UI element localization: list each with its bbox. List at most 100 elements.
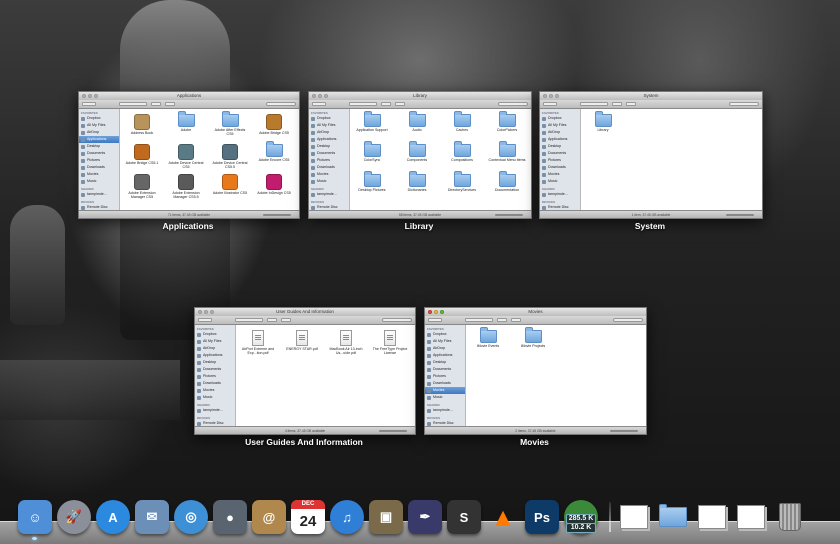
sidebar-item[interactable]: Documents (309, 150, 349, 157)
action-button[interactable] (395, 102, 405, 106)
sidebar-item[interactable]: All My Files (79, 122, 119, 129)
sidebar-item[interactable]: Movies (540, 171, 580, 178)
file-item[interactable]: Library (584, 111, 622, 132)
view-buttons[interactable] (235, 318, 263, 322)
sidebar-item[interactable]: Applications (309, 136, 349, 143)
dock-compass-icon[interactable]: ◎ (174, 500, 208, 534)
icon-size-slider[interactable] (726, 213, 754, 216)
search-input[interactable] (266, 102, 296, 106)
icon-size-slider[interactable] (379, 429, 407, 432)
search-input[interactable] (729, 102, 759, 106)
sidebar-item[interactable]: Movies (79, 171, 119, 178)
file-item[interactable]: ColorSync (353, 141, 391, 162)
view-buttons[interactable] (580, 102, 608, 106)
sidebar-item[interactable]: Pictures (425, 373, 465, 380)
sidebar-item[interactable]: AirDrop (195, 345, 235, 352)
sidebar-item[interactable]: Downloads (195, 380, 235, 387)
sidebar-item[interactable]: tannpimde... (540, 191, 580, 198)
sidebar-item[interactable]: Dropbox (309, 115, 349, 122)
sidebar-item[interactable]: Music (540, 178, 580, 185)
file-item[interactable]: Application Support (353, 111, 391, 132)
dock-trash-icon[interactable] (773, 500, 807, 534)
file-item[interactable]: Adobe Extension Manager CS5.5 (167, 174, 205, 199)
file-item[interactable]: iMovie Projects (514, 327, 552, 348)
sidebar-item[interactable]: Dropbox (195, 331, 235, 338)
sidebar-item[interactable]: Applications (79, 136, 119, 143)
dock-photoshop-icon[interactable]: Ps (525, 500, 559, 534)
dock-quill-icon[interactable]: ✒ (408, 500, 442, 534)
file-item[interactable]: The FreeType Project License (371, 330, 409, 355)
file-item[interactable]: ColorPickers (488, 111, 526, 132)
file-item[interactable]: DirectoryServices (443, 171, 481, 192)
caption-system[interactable]: System (539, 221, 761, 231)
dock-photo-icon[interactable]: ▣ (369, 500, 403, 534)
file-item[interactable]: Adobe Bridge CS5.1 (123, 144, 161, 165)
search-input[interactable] (498, 102, 528, 106)
sidebar-item[interactable]: Pictures (540, 157, 580, 164)
window-user-guides[interactable]: User Guides And Information FAVORITES Drop… (194, 307, 416, 435)
file-item[interactable]: Adobe (167, 111, 205, 132)
view-buttons[interactable] (119, 102, 147, 106)
sidebar-item[interactable]: All My Files (195, 338, 235, 345)
action-button[interactable] (281, 318, 291, 322)
file-item[interactable]: Adobe Device Central CS5.5 (211, 144, 249, 169)
back-forward-button[interactable] (543, 102, 557, 106)
sidebar-item[interactable]: tannpimde... (79, 191, 119, 198)
sidebar-item[interactable]: tannpimde... (309, 191, 349, 198)
caption-library[interactable]: Library (308, 221, 530, 231)
action-button[interactable] (165, 102, 175, 106)
sidebar-item[interactable]: Downloads (425, 380, 465, 387)
sidebar-item[interactable]: AirDrop (309, 129, 349, 136)
sidebar-item[interactable]: Desktop (79, 143, 119, 150)
sidebar-item[interactable]: Music (425, 394, 465, 401)
dock-folder-stack-icon[interactable] (656, 500, 690, 534)
dock-scrivener-icon[interactable]: S (447, 500, 481, 534)
sidebar-item[interactable]: Music (195, 394, 235, 401)
dock-music-note-icon[interactable]: ♫ (330, 500, 364, 534)
sidebar-item[interactable]: Desktop (425, 359, 465, 366)
caption-applications[interactable]: Applications (78, 221, 298, 231)
window-movies[interactable]: Movies FAVORITES Dropbox All My Files AirDro… (424, 307, 647, 435)
arrange-button[interactable] (381, 102, 391, 106)
dock-screenshot-icon[interactable] (695, 500, 729, 534)
sidebar-item[interactable]: Downloads (540, 164, 580, 171)
file-item[interactable]: Adobe Encore CS5 (255, 141, 293, 162)
search-input[interactable] (382, 318, 412, 322)
file-item[interactable]: Adobe Bridge CS5 (255, 114, 293, 135)
sidebar-item[interactable]: tannpimde... (195, 407, 235, 414)
sidebar-item[interactable]: Downloads (79, 164, 119, 171)
back-forward-button[interactable] (82, 102, 96, 106)
file-item[interactable]: Documentation (488, 171, 526, 192)
arrange-button[interactable] (497, 318, 507, 322)
window-applications[interactable]: Applications FAVORITES Dropbox All My Files… (78, 91, 300, 219)
sidebar-item[interactable]: Dropbox (425, 331, 465, 338)
caption-movies[interactable]: Movies (424, 437, 645, 447)
sidebar-item[interactable]: All My Files (309, 122, 349, 129)
dock-app-store-icon[interactable]: A (96, 500, 130, 534)
sidebar-item[interactable]: Pictures (309, 157, 349, 164)
sidebar-item[interactable]: Pictures (195, 373, 235, 380)
file-item[interactable]: iMovie Events (469, 327, 507, 348)
file-item[interactable]: MacBook Air 13-inch Us...uide.pdf (327, 330, 365, 355)
sidebar-item[interactable]: Movies (425, 387, 465, 394)
back-forward-button[interactable] (198, 318, 212, 322)
file-item[interactable]: ENERGY STAR.pdf (283, 330, 321, 351)
sidebar-item[interactable]: Music (309, 178, 349, 185)
icon-size-slider[interactable] (263, 213, 291, 216)
window-library[interactable]: Library FAVORITES Dropbox All My Files AirDr… (308, 91, 532, 219)
sidebar-item[interactable]: Dropbox (79, 115, 119, 122)
icon-size-slider[interactable] (610, 429, 638, 432)
sidebar-item[interactable]: AirDrop (540, 129, 580, 136)
file-item[interactable]: AirPort Extreme and Exp...tion.pdf (239, 330, 277, 355)
back-forward-button[interactable] (428, 318, 442, 322)
sidebar-item[interactable]: Applications (195, 352, 235, 359)
sidebar-item[interactable]: Pictures (79, 157, 119, 164)
file-item[interactable]: Components (398, 141, 436, 162)
dock-screenshot-icon[interactable] (734, 500, 768, 534)
file-item[interactable]: Desktop Pictures (353, 171, 391, 192)
file-item[interactable]: Adobe After Effects CS5 (211, 111, 249, 136)
file-item[interactable]: Adobe Extension Manager CS5 (123, 174, 161, 199)
file-item[interactable]: Contextual Menu Items (488, 141, 526, 162)
icon-size-slider[interactable] (495, 213, 523, 216)
dock-utorrent-icon[interactable]: µ285.5 K10.2 K (564, 500, 598, 534)
